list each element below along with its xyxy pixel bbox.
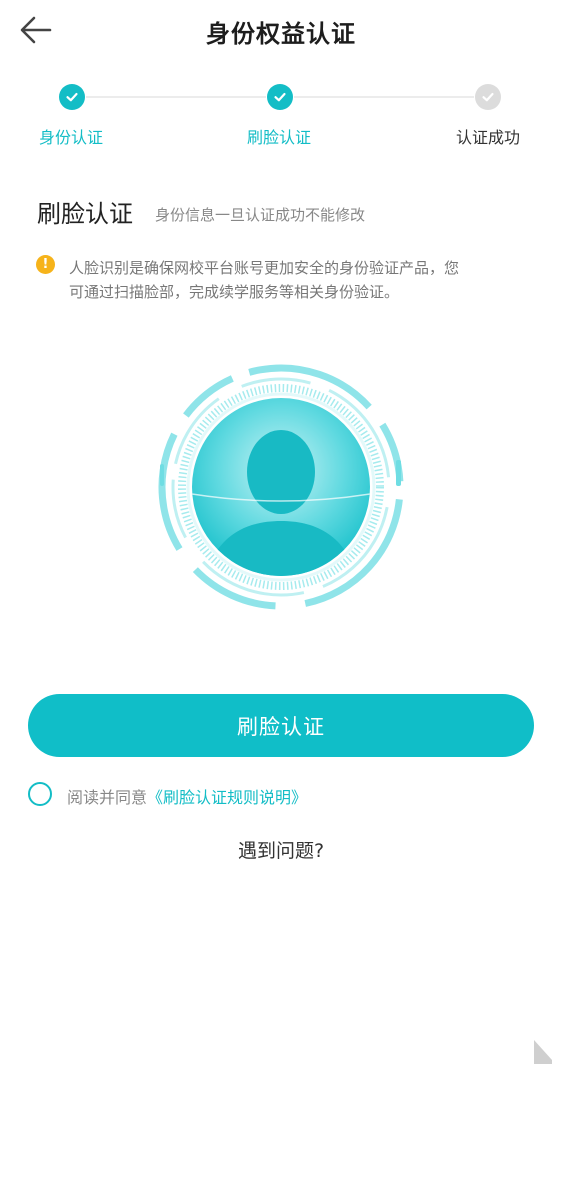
- check-icon: [482, 92, 494, 102]
- notice-line-2: 可通过扫描脸部，完成续学服务等相关身份验证。: [69, 283, 400, 301]
- check-icon: [66, 92, 78, 102]
- section-subtitle: 身份信息一旦认证成功不能修改: [155, 206, 366, 224]
- step-connector: [294, 96, 474, 98]
- face-scan-icon: [158, 364, 404, 610]
- step-1-label: 身份认证: [39, 128, 104, 147]
- section-title: 刷脸认证: [37, 200, 133, 228]
- step-3-label: 认证成功: [456, 128, 521, 147]
- face-verify-button[interactable]: 刷脸认证: [28, 694, 534, 757]
- edge-tab-icon: [534, 1040, 552, 1064]
- progress-steps: 身份认证 刷脸认证 认证成功: [0, 80, 562, 150]
- step-3-check: [475, 84, 501, 110]
- notice-line-1: 人脸识别是确保网校平台账号更加安全的身份验证产品，您: [69, 259, 460, 277]
- notice-text: 人脸识别是确保网校平台账号更加安全的身份验证产品，您 可通过扫描脸部，完成续学服…: [69, 256, 529, 304]
- app-header: 身份权益认证: [0, 0, 562, 62]
- step-connector: [86, 96, 266, 98]
- face-scan-illustration: [150, 356, 412, 618]
- floating-edge-tab[interactable]: [534, 1040, 552, 1064]
- check-icon: [274, 92, 286, 102]
- step-2-check: [267, 84, 293, 110]
- agreement-rules-link[interactable]: 《刷脸认证规则说明》: [147, 788, 307, 807]
- agreement-text: 阅读并同意《刷脸认证规则说明》: [67, 784, 307, 808]
- agreement-prefix: 阅读并同意: [67, 788, 148, 807]
- help-link[interactable]: 遇到问题?: [0, 836, 562, 863]
- page-title: 身份权益认证: [206, 20, 356, 48]
- step-1-check: [59, 84, 85, 110]
- warning-icon: !: [36, 255, 55, 274]
- agreement-radio[interactable]: [28, 782, 52, 806]
- step-2-label: 刷脸认证: [247, 128, 312, 147]
